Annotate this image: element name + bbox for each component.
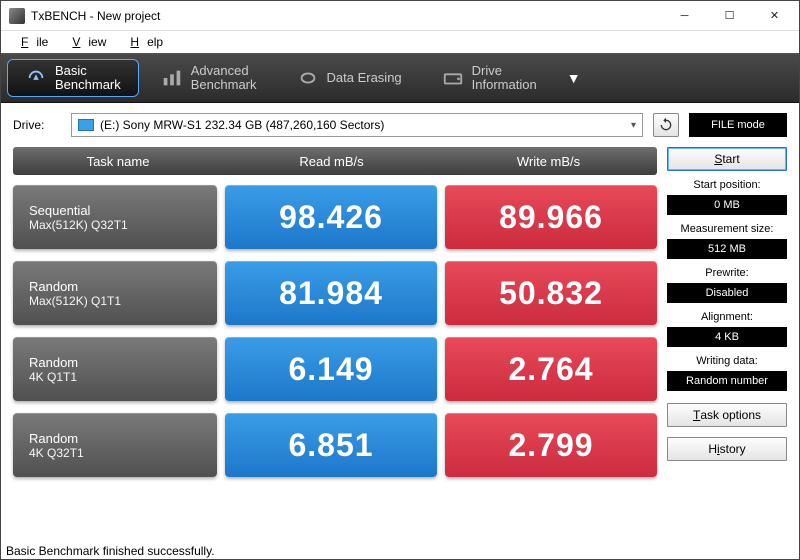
menu-help[interactable]: Help (114, 33, 171, 51)
bench-row: Random 4K Q1T1 6.149 2.764 (13, 337, 657, 401)
writing-data-label: Writing data: (667, 355, 787, 367)
gauge-icon (25, 67, 47, 89)
write-value: 50.832 (445, 261, 657, 325)
bench-row: Random 4K Q32T1 6.851 2.799 (13, 413, 657, 477)
tab-label: Data Erasing (327, 71, 402, 85)
write-value: 89.966 (445, 185, 657, 249)
task-cell[interactable]: Sequential Max(512K) Q32T1 (13, 185, 217, 249)
task-name-line2: 4K Q32T1 (29, 446, 201, 460)
drive-select-value: (E:) Sony MRW-S1 232.34 GB (487,260,160 … (100, 118, 631, 132)
prewrite-value[interactable]: Disabled (667, 283, 787, 303)
task-name-line1: Random (29, 431, 201, 446)
alignment-value[interactable]: 4 KB (667, 327, 787, 347)
bench-row: Sequential Max(512K) Q32T1 98.426 89.966 (13, 185, 657, 249)
maximize-button[interactable]: ☐ (707, 2, 752, 30)
drive-icon (442, 67, 464, 89)
tab-overflow-arrow[interactable]: ▼ (557, 70, 591, 86)
read-value: 98.426 (225, 185, 437, 249)
file-mode-button[interactable]: FILE mode (689, 113, 787, 137)
drive-label: Drive: (13, 118, 61, 132)
menu-view[interactable]: View (56, 33, 114, 51)
drive-select[interactable]: (E:) Sony MRW-S1 232.34 GB (487,260,160 … (71, 113, 643, 137)
tab-drive-information[interactable]: DriveInformation (424, 59, 555, 97)
minimize-button[interactable]: ─ (662, 2, 707, 30)
bench-row: Random Max(512K) Q1T1 81.984 50.832 (13, 261, 657, 325)
start-button[interactable]: Start (667, 147, 787, 171)
task-name-line2: 4K Q1T1 (29, 370, 201, 384)
sidebar: Start Start position: 0 MB Measurement s… (667, 147, 787, 489)
task-cell[interactable]: Random 4K Q32T1 (13, 413, 217, 477)
refresh-icon (658, 117, 674, 133)
task-name-line2: Max(512K) Q1T1 (29, 294, 201, 308)
header-task: Task name (13, 147, 223, 175)
task-name-line1: Random (29, 355, 201, 370)
write-value: 2.764 (445, 337, 657, 401)
menubar: File View Help (1, 31, 799, 53)
read-value: 81.984 (225, 261, 437, 325)
drive-device-icon (78, 119, 94, 131)
status-bar: Basic Benchmark finished successfully. (6, 544, 215, 558)
header-write: Write mB/s (440, 147, 657, 175)
task-name-line1: Random (29, 279, 201, 294)
task-name-line2: Max(512K) Q32T1 (29, 218, 201, 232)
task-options-button[interactable]: Task options (667, 403, 787, 427)
refresh-button[interactable] (653, 113, 679, 137)
alignment-label: Alignment: (667, 311, 787, 323)
results-header: Task name Read mB/s Write mB/s (13, 147, 657, 175)
read-value: 6.149 (225, 337, 437, 401)
measurement-size-value[interactable]: 512 MB (667, 239, 787, 259)
erase-icon (297, 67, 319, 89)
drive-row: Drive: (E:) Sony MRW-S1 232.34 GB (487,2… (1, 103, 799, 143)
prewrite-label: Prewrite: (667, 267, 787, 279)
menu-file[interactable]: File (5, 33, 56, 51)
task-cell[interactable]: Random Max(512K) Q1T1 (13, 261, 217, 325)
chevron-down-icon: ▾ (631, 120, 636, 131)
app-icon (9, 8, 25, 24)
history-button[interactable]: History (667, 437, 787, 461)
results-table: Task name Read mB/s Write mB/s Sequentia… (13, 147, 657, 489)
start-position-value[interactable]: 0 MB (667, 195, 787, 215)
tab-basic-benchmark[interactable]: BasicBenchmark (7, 59, 139, 97)
tab-data-erasing[interactable]: Data Erasing (279, 59, 420, 97)
task-cell[interactable]: Random 4K Q1T1 (13, 337, 217, 401)
bars-icon (161, 67, 183, 89)
measurement-size-label: Measurement size: (667, 223, 787, 235)
tab-label: AdvancedBenchmark (191, 64, 257, 93)
close-button[interactable]: ✕ (752, 2, 797, 30)
tab-bar: BasicBenchmark AdvancedBenchmark Data Er… (1, 53, 799, 103)
task-name-line1: Sequential (29, 203, 201, 218)
writing-data-value[interactable]: Random number (667, 371, 787, 391)
window-title: TxBENCH - New project (31, 9, 160, 23)
titlebar: TxBENCH - New project ─ ☐ ✕ (1, 1, 799, 31)
start-position-label: Start position: (667, 179, 787, 191)
read-value: 6.851 (225, 413, 437, 477)
tab-advanced-benchmark[interactable]: AdvancedBenchmark (143, 59, 275, 97)
write-value: 2.799 (445, 413, 657, 477)
tab-label: BasicBenchmark (55, 64, 121, 93)
header-read: Read mB/s (223, 147, 440, 175)
tab-label: DriveInformation (472, 64, 537, 93)
